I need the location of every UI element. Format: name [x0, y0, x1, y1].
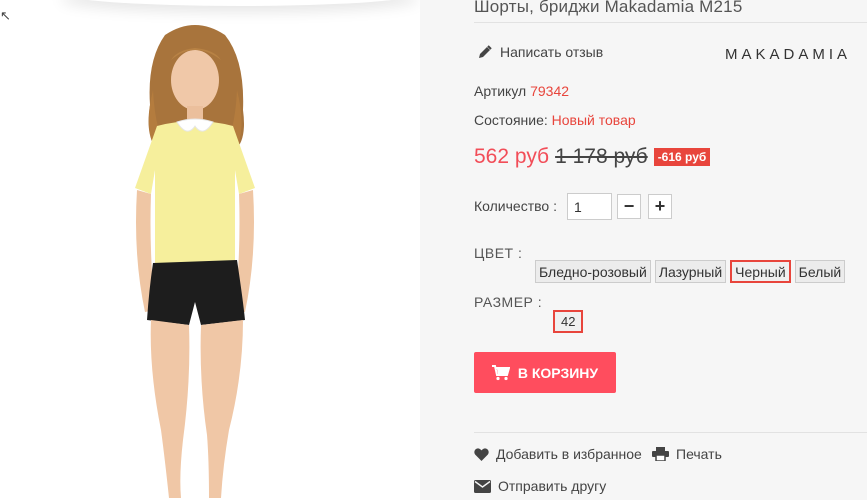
send-to-friend-label: Отправить другу	[498, 478, 607, 494]
color-option-black[interactable]: Черный	[730, 260, 791, 283]
add-to-favorites-link[interactable]: Добавить в избранное	[474, 446, 642, 462]
sku-value: 79342	[530, 83, 570, 99]
price-old: 1 178 руб	[555, 145, 648, 168]
condition-row: Состояние: Новый товар	[474, 112, 636, 128]
printer-icon	[652, 447, 669, 461]
product-photo[interactable]	[95, 20, 295, 500]
envelope-icon	[474, 479, 491, 493]
condition-label: Состояние:	[474, 112, 548, 128]
print-label: Печать	[676, 446, 722, 462]
add-to-favorites-label: Добавить в избранное	[496, 446, 642, 462]
price-row: 562 руб 1 178 руб -616 руб	[474, 145, 711, 169]
pencil-icon	[478, 45, 492, 59]
color-options: Бледно-розовый Лазурный Черный Белый	[535, 260, 846, 283]
heart-icon	[474, 447, 489, 461]
actions-divider	[474, 432, 867, 433]
size-option-42[interactable]: 42	[553, 310, 584, 333]
brand-logo[interactable]: MAKADAMIA	[725, 46, 851, 63]
sku-row: Артикул 79342	[474, 83, 569, 99]
product-info-pane: Шорты, бриджи Makadamia M215 Написать от…	[420, 0, 867, 500]
write-review-link[interactable]: Написать отзыв	[478, 44, 603, 60]
cursor-icon: ↖	[0, 8, 11, 23]
size-label: РАЗМЕР :	[474, 294, 543, 310]
color-label: ЦВЕТ :	[474, 245, 523, 261]
print-link[interactable]: Печать	[652, 446, 722, 462]
add-to-cart-label: В КОРЗИНУ	[517, 364, 599, 381]
quantity-label: Количество :	[474, 198, 557, 214]
discount-badge: -616 руб	[653, 148, 711, 166]
quantity-input[interactable]	[567, 193, 612, 220]
header-shadow	[60, 0, 420, 6]
product-title: Шорты, бриджи Makadamia M215	[474, 0, 743, 16]
send-to-friend-link[interactable]: Отправить другу	[474, 478, 606, 494]
condition-value: Новый товар	[551, 112, 636, 128]
write-review-label: Написать отзыв	[500, 44, 604, 60]
quantity-increase-button[interactable]: +	[648, 194, 672, 219]
add-to-cart-button[interactable]: В КОРЗИНУ	[474, 352, 616, 393]
product-image-pane: ↖	[0, 0, 420, 500]
cart-icon	[491, 364, 510, 381]
sku-label: Артикул	[474, 83, 527, 99]
price-new: 562 руб	[474, 145, 550, 168]
color-option-pale-pink[interactable]: Бледно-розовый	[535, 260, 651, 283]
color-option-azure[interactable]: Лазурный	[654, 260, 727, 283]
color-option-white[interactable]: Белый	[794, 260, 846, 283]
title-divider	[474, 22, 867, 23]
quantity-decrease-button[interactable]: −	[617, 194, 641, 219]
